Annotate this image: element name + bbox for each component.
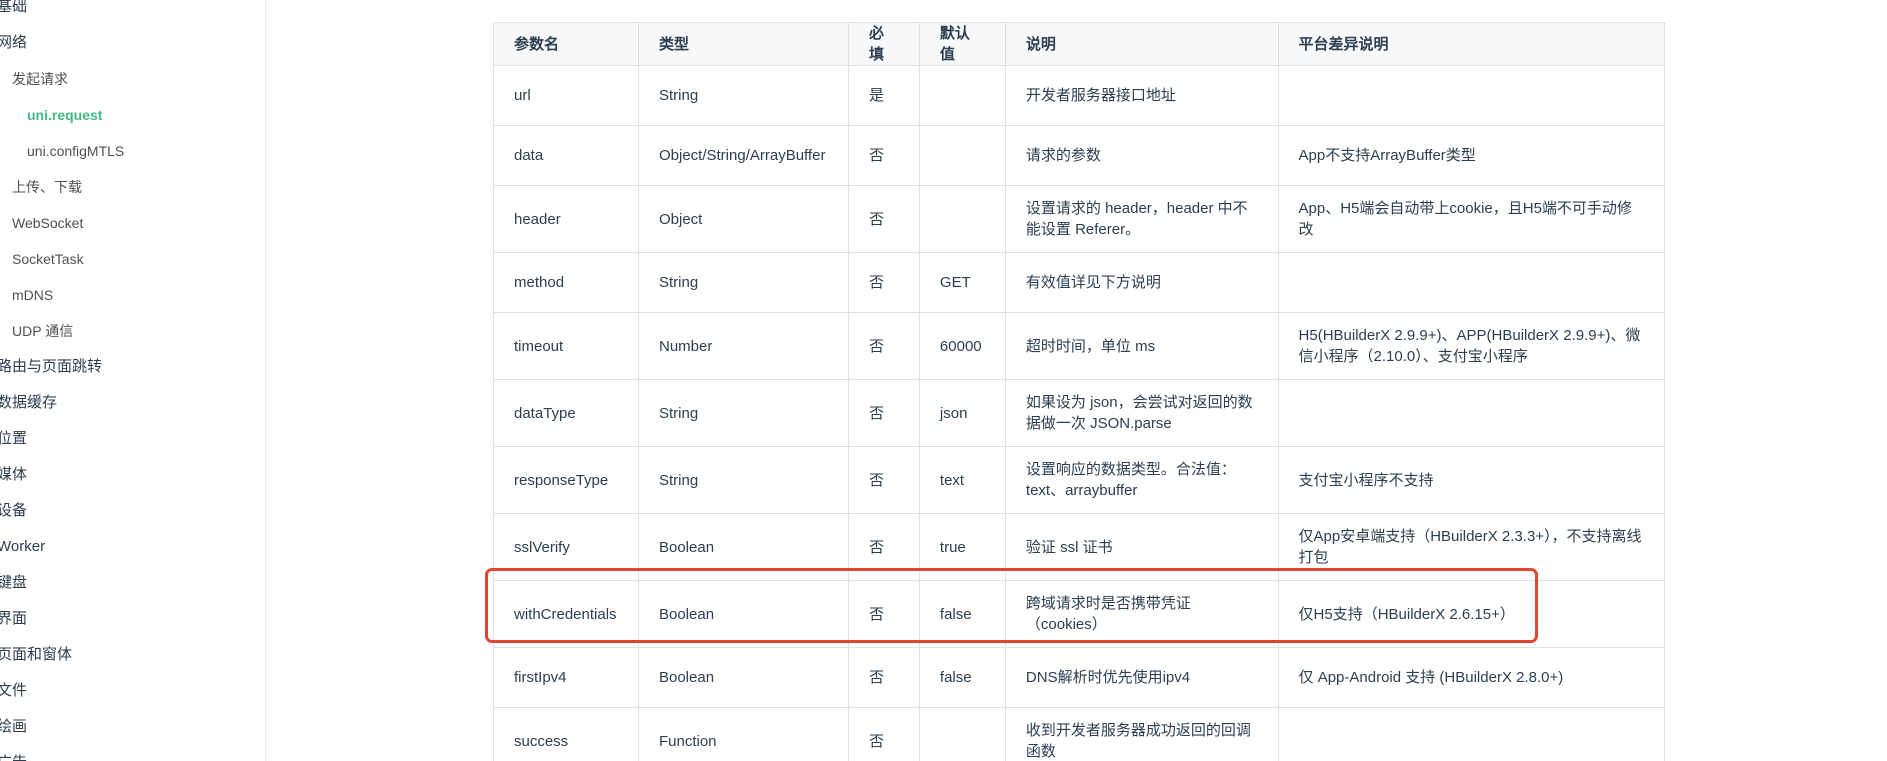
table-body: url String 是开发者服务器接口地址 data Object/String/Ar… bbox=[493, 65, 1666, 761]
sidebar: 基础网络发起请求 uni.request uni.configMTLS 上传、下载 We… bbox=[0, 0, 266, 761]
table-cell: 开发者服务器接口地址 bbox=[1004, 65, 1279, 126]
table-cell: data bbox=[493, 125, 639, 186]
table-cell: false bbox=[918, 647, 1006, 708]
table-cell: String bbox=[637, 379, 849, 447]
table-cell: 如果设为 json，会尝试对返回的数据做一次 JSON.parse bbox=[1004, 379, 1279, 447]
table-cell bbox=[1277, 379, 1666, 447]
table-cell: header bbox=[493, 185, 639, 253]
table-row: data Object/String/ArrayBuffer 否 请求的参数 App不支… bbox=[493, 125, 1666, 186]
table-row: responseType String 否 text 设置响应的数据类型。合法值：tex… bbox=[493, 446, 1666, 514]
table-cell: timeout bbox=[493, 312, 639, 380]
table-cell: 设置响应的数据类型。合法值：text、arraybuffer bbox=[1004, 446, 1279, 514]
table-cell: 否 bbox=[847, 312, 920, 380]
table-cell: responseType bbox=[493, 446, 639, 514]
table-cell: url bbox=[493, 65, 639, 126]
table-row: url String 是 开发者服务器接口地址 bbox=[493, 65, 1666, 126]
table-cell: method bbox=[493, 252, 639, 313]
table-cell bbox=[918, 185, 1006, 253]
params-table: 参数名 类型 必填 默认值 说明 平台差异说明 url String 是开发者服务器接口地址 d… bbox=[493, 22, 1666, 761]
sidebar-item[interactable]: 路由与页面跳转 bbox=[0, 357, 102, 377]
sidebar-item[interactable]: 数据缓存 bbox=[0, 393, 57, 413]
sidebar-item[interactable]: uni.request bbox=[27, 105, 102, 125]
table-cell: json bbox=[918, 379, 1006, 447]
sidebar-item[interactable]: 网络 bbox=[0, 33, 27, 53]
sidebar-item[interactable]: 文件 bbox=[0, 681, 27, 701]
table-cell: 有效值详见下方说明 bbox=[1004, 252, 1279, 313]
table-cell: Function bbox=[637, 707, 849, 761]
highlight-box bbox=[485, 568, 1538, 643]
table-cell: 请求的参数 bbox=[1004, 125, 1279, 186]
column-header: 说明 bbox=[1004, 22, 1279, 66]
table-cell bbox=[918, 707, 1006, 761]
table-cell: 否 bbox=[847, 647, 920, 708]
table-cell bbox=[1277, 65, 1666, 126]
table-cell: 否 bbox=[847, 125, 920, 186]
table-row: firstIpv4 Boolean 否 false DNS解析时优先使用ipv4 仅 Ap… bbox=[493, 647, 1666, 708]
table-cell: H5(HBuilderX 2.9.9+)、APP(HBuilderX 2.9.9… bbox=[1277, 312, 1666, 380]
table-cell: 设置请求的 header，header 中不能设置 Referer。 bbox=[1004, 185, 1279, 253]
sidebar-item[interactable]: 绘画 bbox=[0, 717, 27, 737]
table-cell: DNS解析时优先使用ipv4 bbox=[1004, 647, 1279, 708]
table-cell: 60000 bbox=[918, 312, 1006, 380]
table-cell: 否 bbox=[847, 185, 920, 253]
table-cell: 否 bbox=[847, 252, 920, 313]
sidebar-item[interactable]: SocketTask bbox=[12, 249, 84, 269]
table-cell: Number bbox=[637, 312, 849, 380]
table-cell bbox=[1277, 707, 1666, 761]
sidebar-item[interactable]: 上传、下载 bbox=[12, 177, 82, 197]
table-cell: Boolean bbox=[637, 647, 849, 708]
table-cell: dataType bbox=[493, 379, 639, 447]
column-header: 默认值 bbox=[918, 22, 1006, 66]
sidebar-item[interactable]: uni.configMTLS bbox=[27, 141, 124, 161]
table-row: method String 否 GET 有效值详见下方说明 bbox=[493, 252, 1666, 313]
table-cell: 超时时间，单位 ms bbox=[1004, 312, 1279, 380]
column-header: 平台差异说明 bbox=[1277, 22, 1666, 66]
table-cell: 否 bbox=[847, 446, 920, 514]
sidebar-item[interactable]: 基础 bbox=[0, 0, 27, 17]
sidebar-item[interactable]: 媒体 bbox=[0, 465, 27, 485]
table-cell: 仅 App-Android 支持 (HBuilderX 2.8.0+) bbox=[1277, 647, 1666, 708]
sidebar-item[interactable]: mDNS bbox=[12, 285, 53, 305]
table-cell: success bbox=[493, 707, 639, 761]
table-cell: 否 bbox=[847, 707, 920, 761]
table-cell: String bbox=[637, 252, 849, 313]
main-content: 参数名 类型 必填 默认值 说明 平台差异说明 url String 是开发者服务器接口地址 d… bbox=[266, 0, 1887, 761]
table-row: timeout Number 否 60000 超时时间，单位 ms H5(HBuilder… bbox=[493, 312, 1666, 380]
sidebar-item[interactable]: Worker bbox=[0, 537, 45, 557]
sidebar-item[interactable]: 位置 bbox=[0, 429, 27, 449]
sidebar-item[interactable]: 广告 bbox=[0, 753, 27, 761]
table-cell: String bbox=[637, 65, 849, 126]
table-cell: Object bbox=[637, 185, 849, 253]
table-cell: 收到开发者服务器成功返回的回调函数 bbox=[1004, 707, 1279, 761]
table-cell: 支付宝小程序不支持 bbox=[1277, 446, 1666, 514]
table-cell: App不支持ArrayBuffer类型 bbox=[1277, 125, 1666, 186]
table-cell: GET bbox=[918, 252, 1006, 313]
table-cell: firstIpv4 bbox=[493, 647, 639, 708]
table-header-row: 参数名 类型 必填 默认值 说明 平台差异说明 bbox=[493, 22, 1666, 66]
sidebar-item[interactable]: 设备 bbox=[0, 501, 27, 521]
sidebar-item[interactable]: 界面 bbox=[0, 609, 27, 629]
table-cell bbox=[1277, 252, 1666, 313]
table-cell: App、H5端会自动带上cookie，且H5端不可手动修改 bbox=[1277, 185, 1666, 253]
table-cell: 是 bbox=[847, 65, 920, 126]
table-cell: text bbox=[918, 446, 1006, 514]
table-cell: 否 bbox=[847, 379, 920, 447]
column-header: 类型 bbox=[637, 22, 849, 66]
sidebar-item[interactable]: 发起请求 bbox=[12, 69, 68, 89]
table-row: dataType String 否 json 如果设为 json，会尝试对返回的数据做一… bbox=[493, 379, 1666, 447]
sidebar-item[interactable]: WebSocket bbox=[12, 213, 83, 233]
sidebar-item[interactable]: 键盘 bbox=[0, 573, 27, 593]
table-cell bbox=[918, 125, 1006, 186]
table-cell: String bbox=[637, 446, 849, 514]
table-row: header Object 否 设置请求的 header，header 中不能设置 R… bbox=[493, 185, 1666, 253]
sidebar-item[interactable]: UDP 通信 bbox=[12, 321, 73, 341]
table-cell bbox=[918, 65, 1006, 126]
column-header: 必填 bbox=[847, 22, 920, 66]
sidebar-item[interactable]: 页面和窗体 bbox=[0, 645, 72, 665]
table-row: success Function 否 收到开发者服务器成功返回的回调函数 bbox=[493, 707, 1666, 761]
table-cell: Object/String/ArrayBuffer bbox=[637, 125, 849, 186]
column-header: 参数名 bbox=[493, 22, 639, 66]
